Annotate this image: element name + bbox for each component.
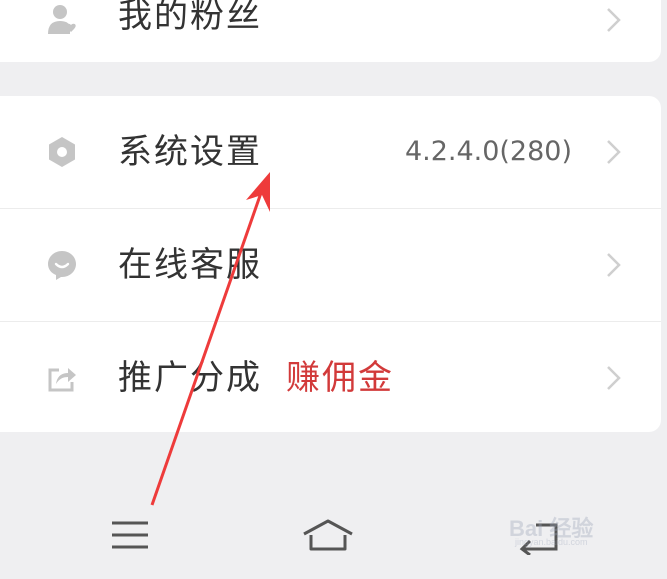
menu-row-fans[interactable]: 我的粉丝 — [0, 0, 661, 62]
menu-row-referral[interactable]: 推广分成 赚佣金 — [0, 321, 661, 432]
menu-label-fans: 我的粉丝 — [118, 0, 262, 36]
menu-card-main: 系统设置 4.2.4.0(280) 在线客服 推广分成 赚佣金 — [0, 96, 661, 432]
home-icon — [303, 519, 353, 551]
hamburger-menu-icon — [112, 521, 148, 549]
chevron-right-icon — [607, 8, 621, 32]
settings-hexagon-icon — [46, 136, 78, 168]
user-heart-icon — [46, 4, 78, 36]
menu-card-top: 我的粉丝 — [0, 0, 661, 62]
chevron-right-icon — [607, 253, 621, 277]
app-version: 4.2.4.0(280) — [404, 136, 572, 167]
menu-row-customer-service[interactable]: 在线客服 — [0, 208, 661, 321]
menu-row-settings[interactable]: 系统设置 4.2.4.0(280) — [0, 96, 661, 208]
watermark-url: jingyan.baidu.com — [515, 537, 588, 547]
chevron-right-icon — [607, 140, 621, 164]
baidu-jingyan-watermark: Bai 经验 jingyan.baidu.com — [509, 507, 639, 553]
settings-screen: 我的粉丝 系统设置 4.2.4.0(280) 在线客服 推广分成 赚佣金 Bai… — [0, 0, 667, 579]
share-icon — [46, 362, 78, 394]
menu-label-customer-service: 在线客服 — [118, 245, 262, 285]
nav-home-button[interactable] — [298, 505, 358, 565]
menu-label-referral: 推广分成 — [118, 358, 262, 398]
chevron-right-icon — [607, 366, 621, 390]
nav-menu-button[interactable] — [100, 505, 160, 565]
earn-commission-tag: 赚佣金 — [286, 358, 394, 398]
chat-smile-icon — [46, 249, 78, 281]
menu-label-settings: 系统设置 — [118, 132, 262, 172]
